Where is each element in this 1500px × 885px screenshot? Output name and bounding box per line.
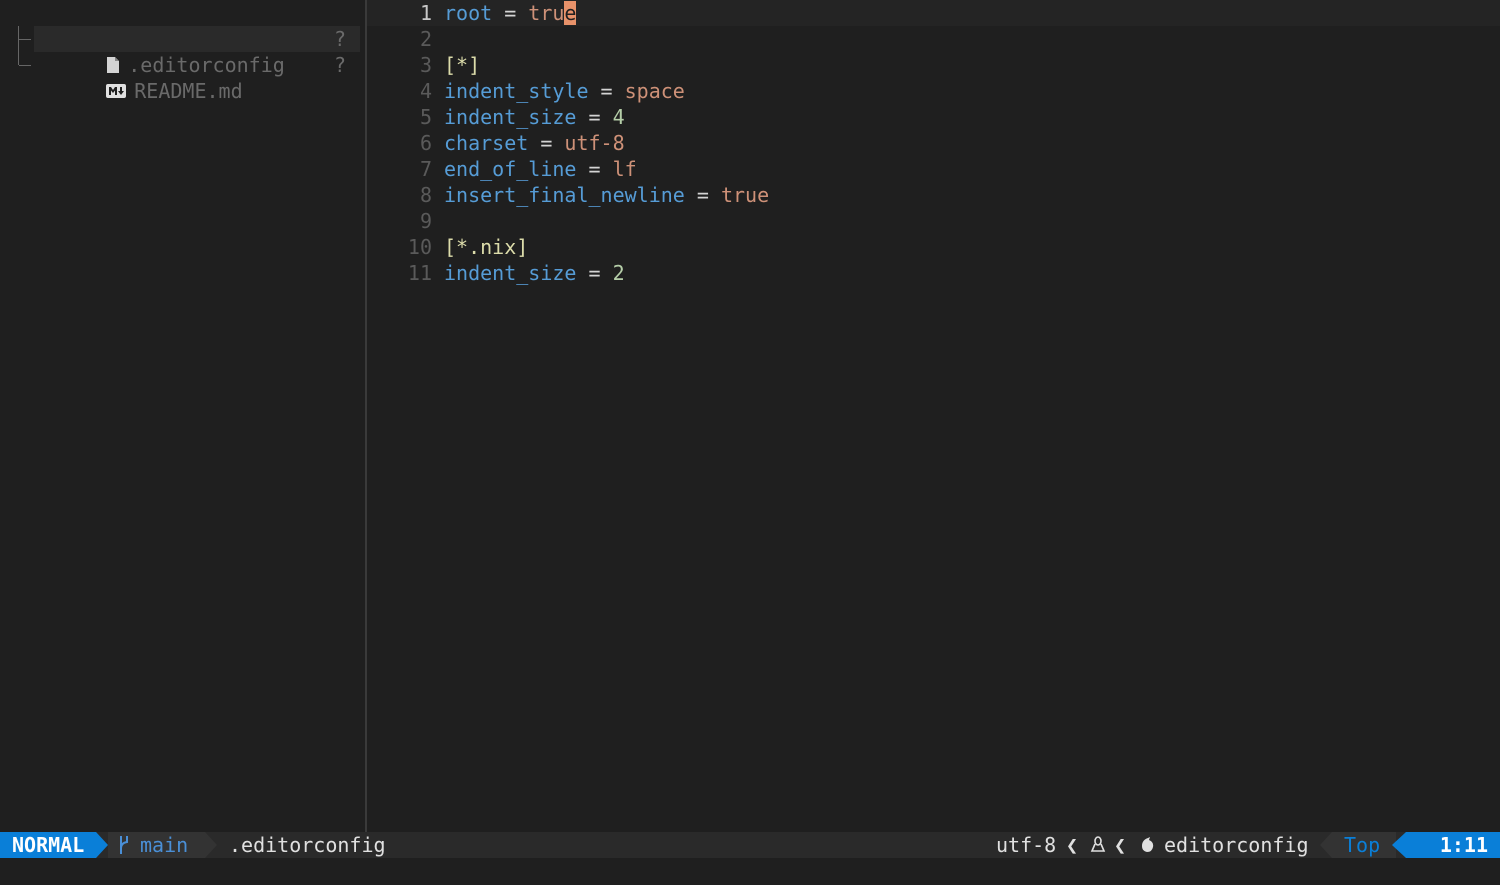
code-line[interactable]: 6 charset = utf-8 (367, 130, 625, 156)
powerline-separator (96, 832, 108, 858)
tree-guide-vertical (18, 26, 33, 65)
line-number: 6 (419, 131, 432, 155)
code-token: utf-8 (564, 131, 625, 155)
file-tree: pocket-tasks .editorconfig ? README.md ? (0, 0, 365, 832)
code-token: = (576, 105, 613, 129)
powerline-separator (1320, 832, 1332, 858)
code-token: lf (612, 157, 637, 181)
tree-root[interactable]: pocket-tasks (12, 0, 253, 51)
code-token: indent_size (444, 105, 577, 129)
git-branch-name: main (140, 833, 189, 857)
git-status-badge: ? (333, 27, 346, 51)
code-token: = (492, 1, 529, 25)
tree-item-readme[interactable]: README.md ? (34, 52, 360, 103)
filetype-label: editorconfig (1164, 833, 1309, 857)
linux-icon (1090, 832, 1106, 858)
line-number: 3 (419, 53, 432, 77)
chevron-left-icon: ❮ (1114, 833, 1127, 857)
code-token: indent_size (444, 261, 577, 285)
text-cursor: e (564, 1, 577, 25)
editorconfig-icon (1140, 832, 1156, 858)
code-line[interactable]: 7 end_of_line = lf (367, 156, 637, 182)
code-token: true (720, 183, 770, 207)
powerline-separator (1392, 832, 1406, 858)
command-line[interactable] (0, 858, 1500, 885)
editor-window: pocket-tasks .editorconfig ? README.md ?… (0, 0, 1500, 885)
code-token: = (528, 131, 565, 155)
code-line[interactable]: 8 insert_final_newline = true (367, 182, 769, 208)
code-line[interactable]: 5 indent_size = 4 (367, 104, 625, 130)
code-token: charset (444, 131, 529, 155)
git-branch-icon (120, 835, 128, 854)
file-encoding: utf-8 (996, 833, 1057, 857)
code-token: end_of_line (444, 157, 577, 181)
git-status-badge: ? (333, 53, 346, 77)
line-number: 7 (419, 157, 432, 181)
tree-item-editorconfig[interactable]: .editorconfig ? (34, 26, 360, 77)
code-token: [*] (444, 53, 481, 77)
chevron-left-icon: ❮ (1066, 833, 1079, 857)
code-token: = (684, 183, 721, 207)
tree-guide-branch (19, 39, 31, 40)
code-token: = (576, 261, 613, 285)
code-line[interactable]: 11 indent_size = 2 (367, 260, 625, 286)
line-number: 2 (419, 27, 432, 51)
line-number: 10 (407, 235, 432, 259)
line-number: 8 (419, 183, 432, 207)
line-number: 9 (419, 209, 432, 233)
statusline-filename: .editorconfig (229, 833, 386, 857)
git-branch: main (118, 832, 188, 858)
code-token: = (576, 157, 613, 181)
code-line[interactable]: 4 indent_style = space (367, 78, 685, 104)
code-token: = (588, 79, 625, 103)
status-line: NORMAL main .editorconfig utf-8 ❮ ❮ edit… (0, 832, 1500, 858)
code-token: tru (528, 1, 565, 25)
tree-guide-branch (19, 65, 31, 66)
powerline-separator (205, 832, 217, 858)
markdown-icon (106, 83, 127, 98)
code-token: 2 (612, 261, 625, 285)
code-line[interactable]: 9 (367, 208, 444, 234)
line-number: 11 (407, 261, 432, 285)
line-number: 5 (419, 105, 432, 129)
code-token: [*.nix] (444, 235, 529, 259)
code-token: space (624, 79, 685, 103)
line-number: 4 (419, 79, 432, 103)
tree-item-label: README.md (134, 79, 243, 103)
mode-indicator: NORMAL (0, 832, 97, 858)
code-line[interactable]: 3 [*] (367, 52, 480, 78)
code-token: indent_style (444, 79, 589, 103)
code-editor[interactable]: 1 root = true 2 3 [*] 4 indent_style = space 5 i… (367, 0, 1500, 832)
code-token: 4 (612, 105, 625, 129)
scroll-percent: Top (1344, 833, 1381, 857)
code-line[interactable]: 2 (367, 26, 444, 52)
code-token: insert_final_newline (444, 183, 685, 207)
line-number: 1 (419, 1, 432, 25)
code-token: root (444, 1, 493, 25)
code-line[interactable]: 1 root = true (367, 0, 1500, 26)
cursor-location: 1:11 (1406, 832, 1500, 858)
code-line[interactable]: 10 [*.nix] (367, 234, 528, 260)
